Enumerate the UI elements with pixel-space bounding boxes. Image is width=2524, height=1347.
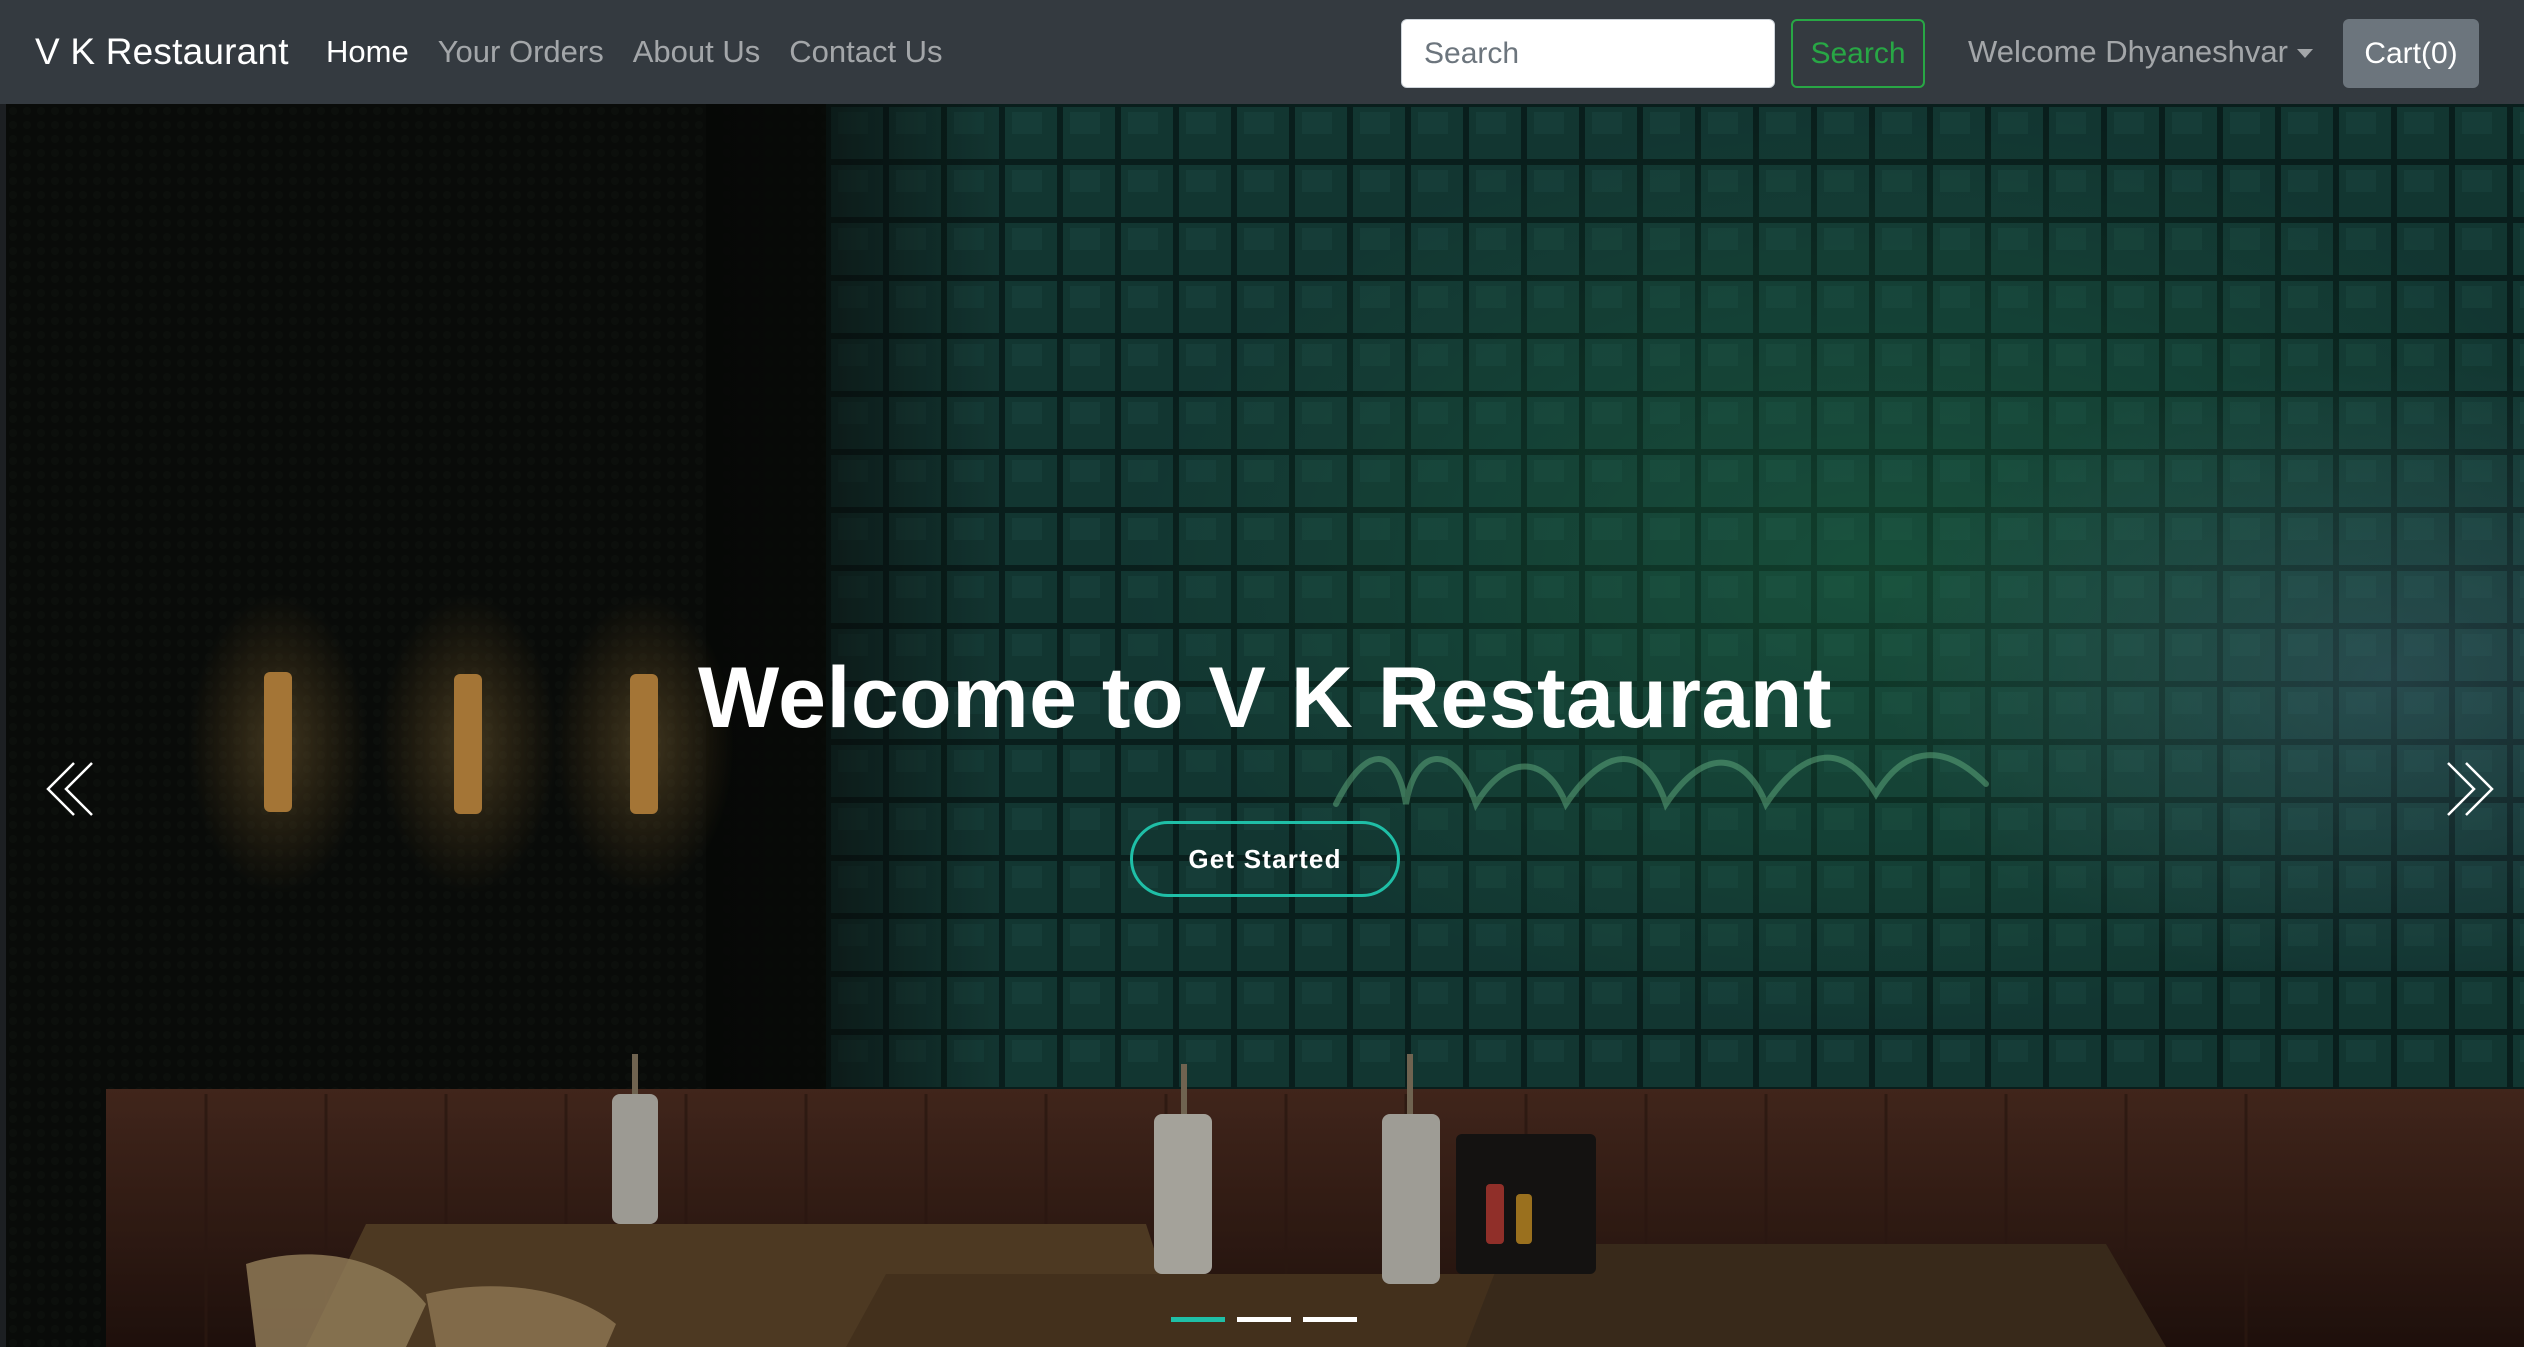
brand-logo[interactable]: V K Restaurant — [35, 0, 289, 104]
nav-link-about-us[interactable]: About Us — [633, 34, 761, 70]
nav-link-your-orders[interactable]: Your Orders — [438, 34, 604, 70]
carousel-next-button[interactable] — [2424, 749, 2504, 829]
carousel-indicators — [1171, 1317, 1369, 1322]
search-button[interactable]: Search — [1791, 19, 1925, 88]
nav-link-contact-us[interactable]: Contact Us — [789, 34, 942, 70]
get-started-button[interactable]: Get Started — [1130, 821, 1400, 897]
cart-button[interactable]: Cart(0) — [2343, 19, 2479, 88]
navbar: V K Restaurant Home Your Orders About Us… — [0, 0, 2524, 104]
user-dropdown-label: Welcome Dhyaneshvar — [1968, 34, 2288, 69]
nav-links: Home Your Orders About Us Contact Us — [326, 0, 972, 104]
nav-link-home[interactable]: Home — [326, 34, 409, 70]
chevron-right-icon — [2447, 762, 2494, 816]
hero-title: Welcome to V K Restaurant — [698, 650, 1832, 746]
caret-down-icon — [2296, 49, 2313, 59]
chevron-left-icon — [46, 762, 93, 816]
carousel-prev-button[interactable] — [36, 749, 116, 829]
carousel-indicator[interactable] — [1237, 1317, 1291, 1322]
carousel-indicator[interactable] — [1171, 1317, 1225, 1322]
user-dropdown[interactable]: Welcome Dhyaneshvar — [1968, 0, 2313, 104]
carousel-indicator[interactable] — [1303, 1317, 1357, 1322]
hero-carousel: Welcome to V K Restaurant Get Started — [6, 104, 2524, 1347]
search-input[interactable] — [1401, 19, 1775, 88]
